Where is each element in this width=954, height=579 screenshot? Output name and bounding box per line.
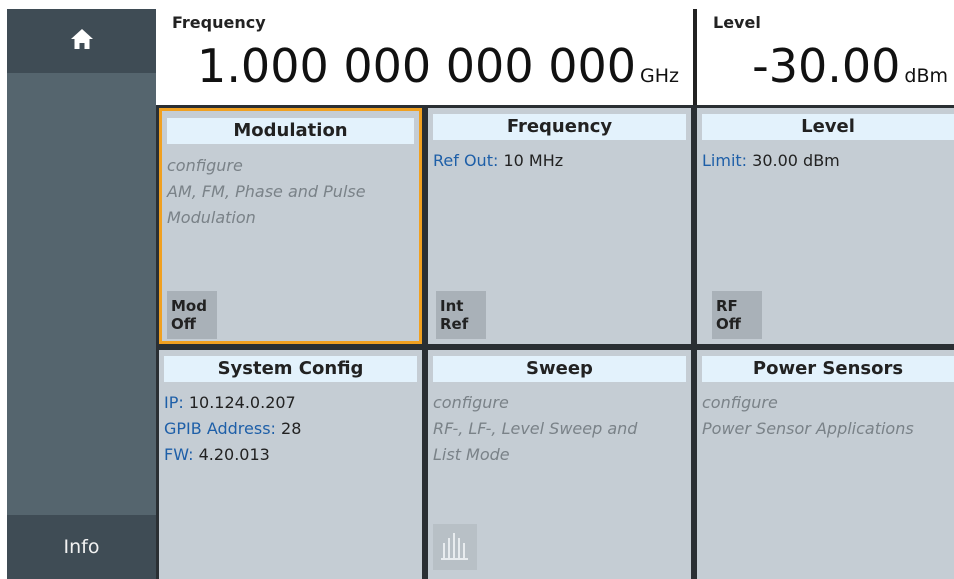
tile-level-info: Limit: 30.00 dBm (702, 151, 840, 170)
power-sensors-desc-line2: Power Sensor Applications (702, 419, 914, 438)
frequency-readout: 1.000 000 000 000 GHz (197, 39, 679, 93)
tile-frequency[interactable]: Frequency Ref Out: 10 MHz Int Ref (428, 108, 691, 344)
home-icon (70, 28, 94, 54)
mod-on-off-button[interactable]: Mod Off (167, 291, 217, 339)
tile-power-sensors-title: Power Sensors (702, 356, 954, 382)
tile-sweep[interactable]: Sweep configure RF-, LF-, Level Sweep an… (428, 350, 691, 579)
limit-value: 30.00 dBm (752, 151, 840, 170)
level-value: -30.00 (752, 39, 901, 93)
power-sensors-desc-line1: configure (702, 393, 778, 412)
ref-button-line2: Ref (440, 315, 469, 333)
ip-key: IP (164, 393, 179, 412)
sweep-bars-icon (440, 529, 470, 565)
modulation-desc-line3: Modulation (167, 208, 256, 227)
limit-key: Limit (702, 151, 742, 170)
tile-modulation-desc: configure AM, FM, Phase and Pulse Modula… (167, 153, 366, 231)
rf-on-off-button[interactable]: RF Off (712, 291, 762, 339)
sidebar: Info (7, 9, 156, 579)
modulation-desc-line1: configure (167, 156, 243, 175)
level-label: Level (713, 13, 761, 32)
fw-key: FW (164, 445, 189, 464)
sweep-mode-button[interactable] (433, 524, 477, 570)
info-button[interactable]: Info (7, 515, 156, 579)
home-button[interactable] (7, 9, 156, 73)
frequency-label: Frequency (172, 13, 266, 32)
block-diagram-grid: Modulation configure AM, FM, Phase and P… (156, 105, 954, 579)
tile-modulation[interactable]: Modulation configure AM, FM, Phase and P… (159, 108, 422, 344)
tile-system-config[interactable]: System Config IP: 10.124.0.207 GPIB Addr… (159, 350, 422, 579)
mod-button-line2: Off (171, 315, 196, 333)
sweep-desc-line2: RF-, LF-, Level Sweep and (433, 419, 638, 438)
mod-button-line1: Mod (171, 297, 207, 315)
status-bar: Frequency 1.000 000 000 000 GHz Level -30… (156, 9, 954, 105)
frequency-display[interactable]: Frequency 1.000 000 000 000 GHz (160, 9, 697, 105)
ip-value: 10.124.0.207 (188, 393, 296, 412)
rf-button-line2: Off (716, 315, 741, 333)
modulation-desc-line2: AM, FM, Phase and Pulse (167, 182, 366, 201)
sweep-desc-line1: configure (433, 393, 509, 412)
level-unit: dBm (904, 65, 948, 87)
frequency-value: 1.000 000 000 000 (197, 39, 637, 93)
tile-sweep-title: Sweep (433, 356, 686, 382)
tile-level-title: Level (702, 114, 954, 140)
level-display[interactable]: Level -30.00 dBm (701, 9, 954, 105)
tile-power-sensors[interactable]: Power Sensors configure Power Sensor App… (697, 350, 954, 579)
tile-level[interactable]: Level Limit: 30.00 dBm RF Off (697, 108, 954, 344)
gpib-value: 28 (281, 419, 302, 438)
fw-value: 4.20.013 (198, 445, 270, 464)
tile-frequency-info: Ref Out: 10 MHz (433, 151, 564, 170)
frequency-unit: GHz (640, 65, 679, 87)
level-readout: -30.00 dBm (752, 39, 948, 93)
gpib-key: GPIB Address (164, 419, 271, 438)
info-label: Info (63, 536, 100, 558)
int-ref-button[interactable]: Int Ref (436, 291, 486, 339)
tile-sweep-desc: configure RF-, LF-, Level Sweep and List… (433, 390, 637, 468)
ref-out-key: Ref Out (433, 151, 493, 170)
rf-button-line1: RF (716, 297, 738, 315)
ref-out-value: 10 MHz (503, 151, 564, 170)
sweep-desc-line3: List Mode (433, 445, 510, 464)
tile-system-config-info: IP: 10.124.0.207 GPIB Address: 28 FW: 4.… (164, 393, 302, 464)
tile-system-config-title: System Config (164, 356, 417, 382)
tile-modulation-title: Modulation (167, 118, 414, 144)
tile-power-sensors-desc: configure Power Sensor Applications (702, 390, 914, 442)
ref-button-line1: Int (440, 297, 464, 315)
tile-frequency-title: Frequency (433, 114, 686, 140)
